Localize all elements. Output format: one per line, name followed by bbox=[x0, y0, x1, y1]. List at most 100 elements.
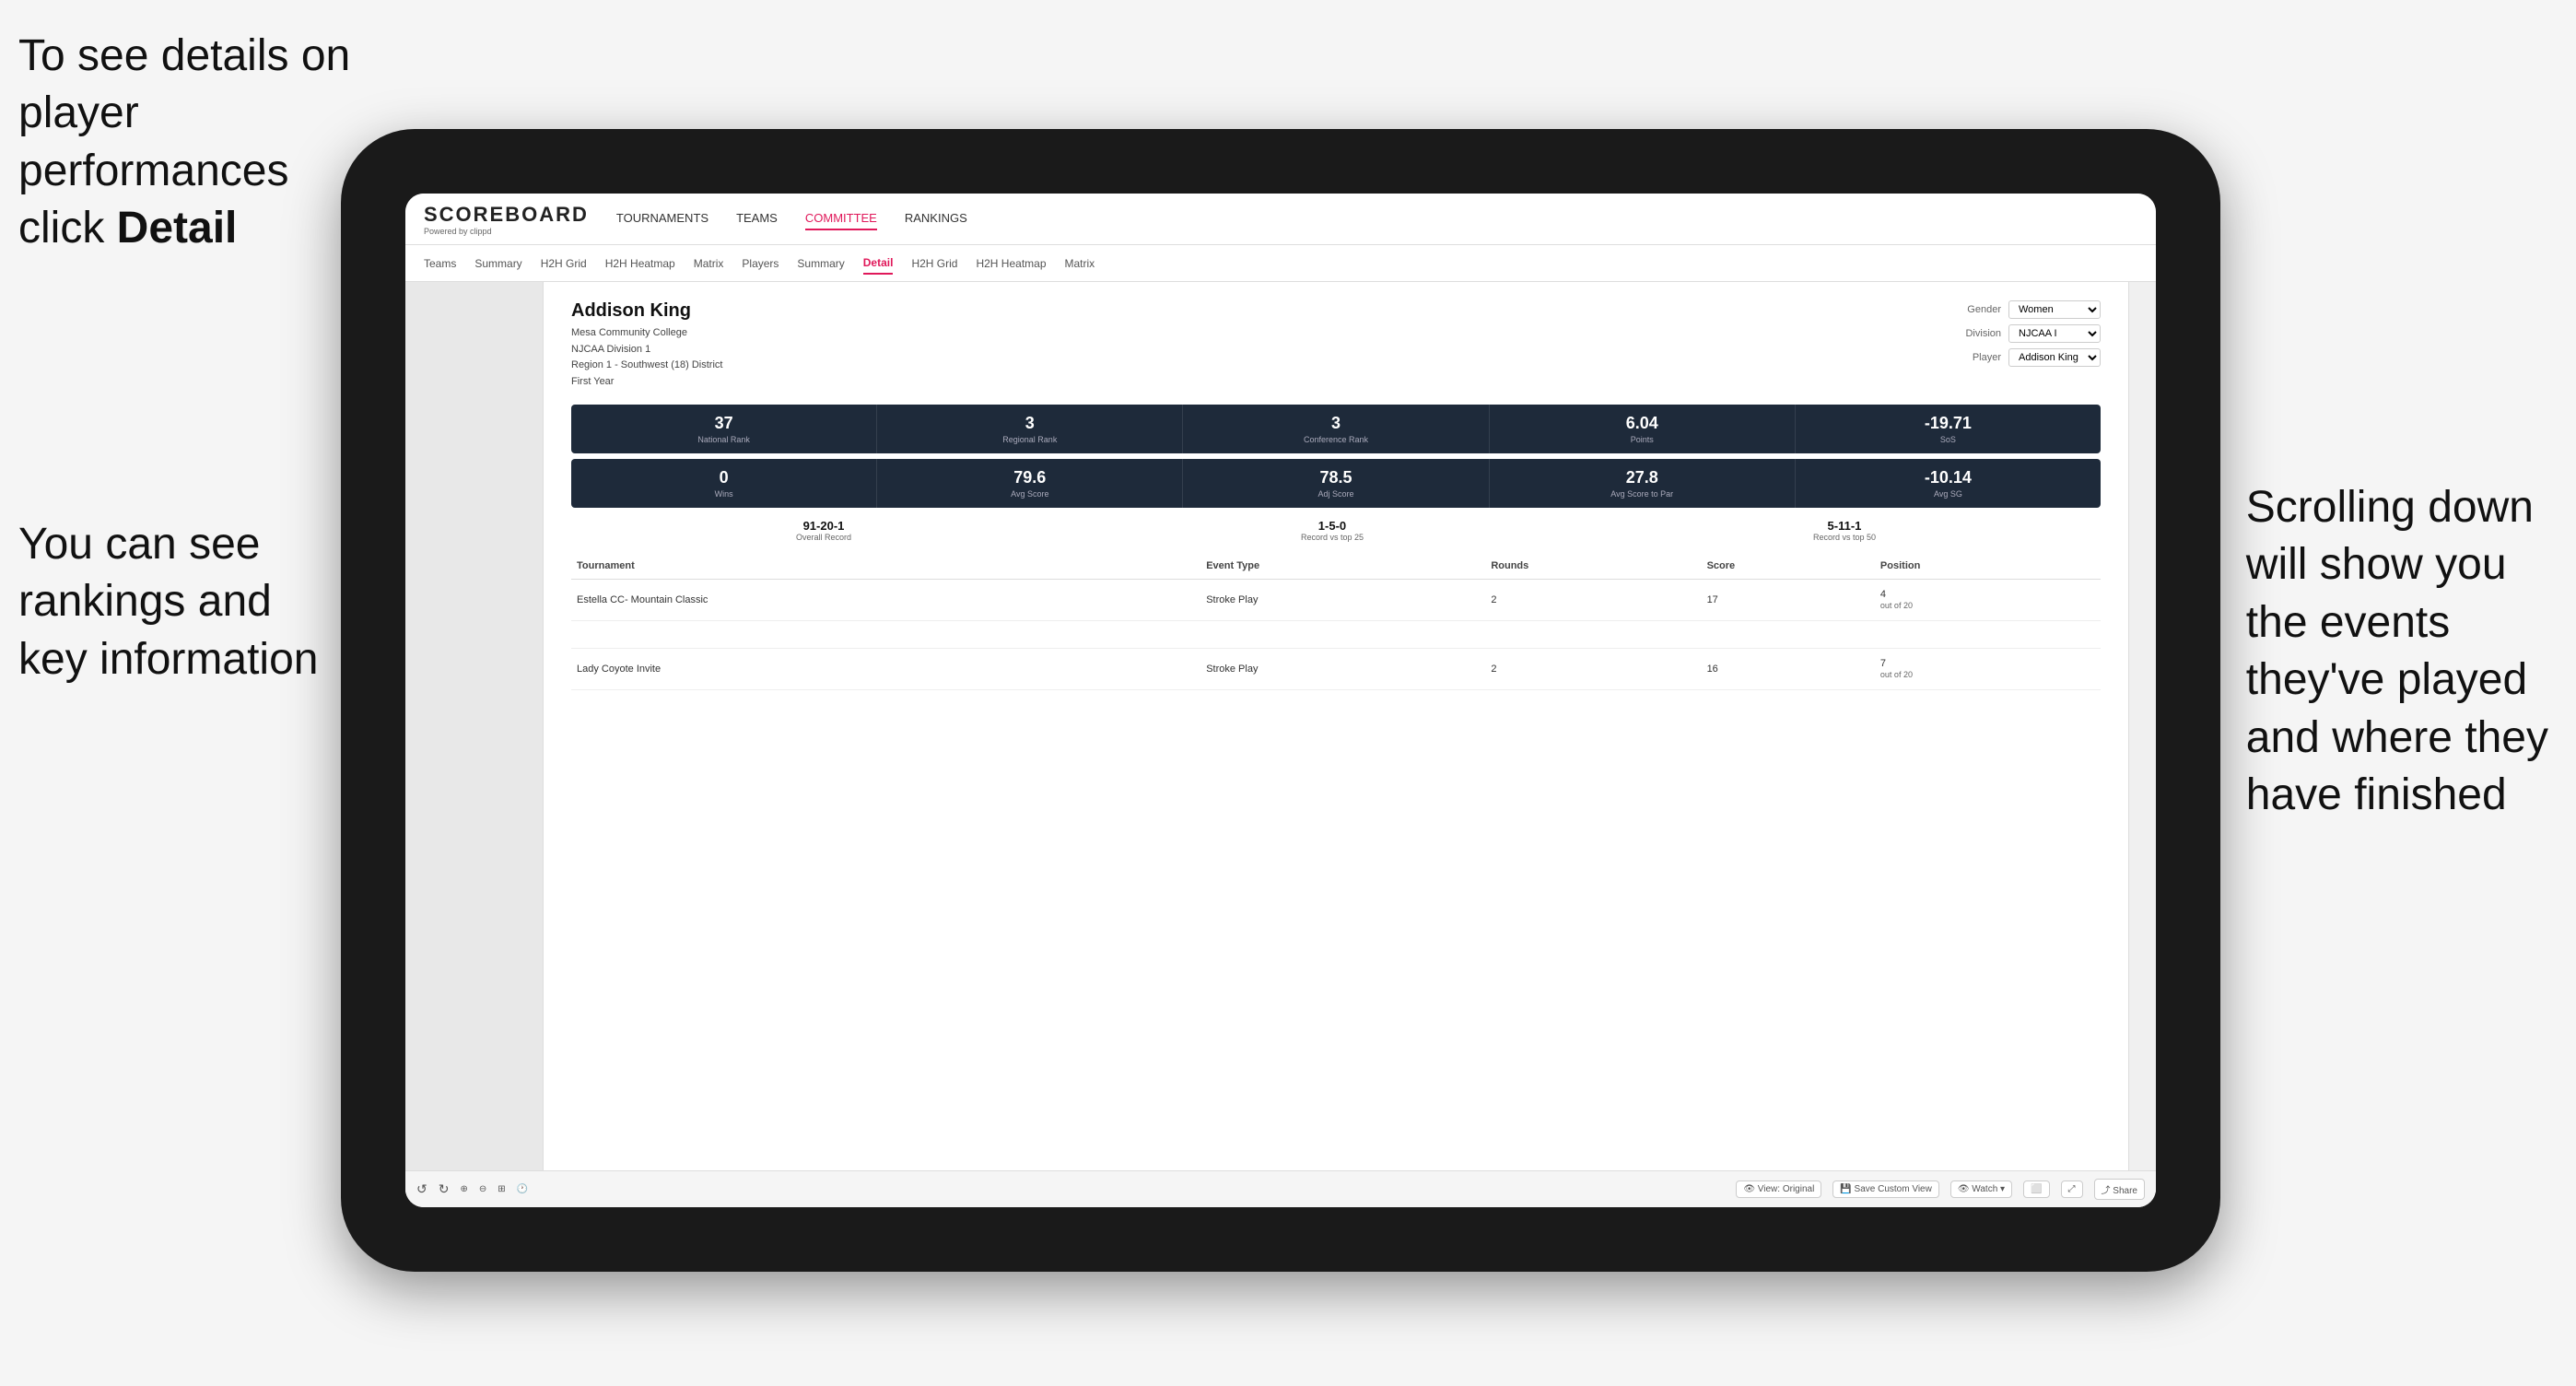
cell-tournament-1: Estella CC- Mountain Classic bbox=[571, 580, 1200, 621]
stat-adj-score: 78.5 Adj Score bbox=[1183, 459, 1489, 508]
stat-wins: 0 Wins bbox=[571, 459, 877, 508]
sub-nav-h2h-grid[interactable]: H2H Grid bbox=[541, 253, 587, 274]
nav-rankings[interactable]: RANKINGS bbox=[905, 207, 967, 230]
sub-nav-h2h-heatmap2[interactable]: H2H Heatmap bbox=[976, 253, 1046, 274]
sub-nav-players[interactable]: Players bbox=[742, 253, 779, 274]
record-top25-label: Record vs top 25 bbox=[1301, 533, 1364, 542]
col-event-type: Event Type bbox=[1200, 553, 1485, 580]
stat-conference-rank-value: 3 bbox=[1190, 414, 1481, 433]
gender-select[interactable]: Women bbox=[2008, 300, 2101, 319]
stats-row-2: 0 Wins 79.6 Avg Score 78.5 Adj Score 27.… bbox=[571, 459, 2101, 508]
record-top50-value: 5-11-1 bbox=[1813, 519, 1876, 533]
cell-tournament-empty bbox=[571, 621, 1200, 649]
zoom-out-button[interactable]: ⊖ bbox=[479, 1184, 486, 1194]
player-school: Mesa Community College bbox=[571, 325, 722, 342]
logo-text: SCOREBOARD bbox=[424, 203, 589, 227]
annotation-bottom-left: You can see rankings and key information bbox=[18, 516, 318, 688]
save-custom-button[interactable]: 💾 Save Custom View bbox=[1832, 1180, 1939, 1198]
sub-nav-matrix[interactable]: Matrix bbox=[694, 253, 724, 274]
stats-row-1: 37 National Rank 3 Regional Rank 3 Confe… bbox=[571, 405, 2101, 453]
stat-wins-label: Wins bbox=[579, 489, 869, 499]
main-content: Addison King Mesa Community College NJCA… bbox=[405, 282, 2156, 1207]
stat-avg-score-value: 79.6 bbox=[884, 468, 1175, 487]
gender-control: Gender Women bbox=[1955, 300, 2101, 319]
view-original-button[interactable]: 👁 View: Original bbox=[1736, 1180, 1821, 1198]
sub-nav-teams[interactable]: Teams bbox=[424, 253, 456, 274]
stat-conference-rank: 3 Conference Rank bbox=[1183, 405, 1489, 453]
tablet-screen: SCOREBOARD Powered by clippd TOURNAMENTS… bbox=[405, 194, 2156, 1207]
record-overall: 91-20-1 Overall Record bbox=[796, 519, 851, 542]
fit-button[interactable]: ⊞ bbox=[498, 1184, 505, 1194]
record-top50: 5-11-1 Record vs top 50 bbox=[1813, 519, 1876, 542]
sub-nav: Teams Summary H2H Grid H2H Heatmap Matri… bbox=[405, 245, 2156, 282]
player-info: Addison King Mesa Community College NJCA… bbox=[571, 300, 722, 390]
left-sidebar bbox=[405, 282, 544, 1207]
sub-nav-matrix2[interactable]: Matrix bbox=[1065, 253, 1095, 274]
sub-nav-summary[interactable]: Summary bbox=[474, 253, 521, 274]
gender-label: Gender bbox=[1955, 304, 2001, 315]
cell-tournament-2: Lady Coyote Invite bbox=[571, 649, 1200, 690]
undo-button[interactable]: ↺ bbox=[416, 1181, 427, 1197]
sub-nav-h2h-grid2[interactable]: H2H Grid bbox=[911, 253, 957, 274]
cell-position-1: 4out of 20 bbox=[1875, 580, 2101, 621]
tournament-table: Tournament Event Type Rounds Score Posit… bbox=[571, 553, 2101, 690]
logo-area: SCOREBOARD Powered by clippd bbox=[424, 203, 589, 236]
stat-national-rank: 37 National Rank bbox=[571, 405, 877, 453]
screen-icon: ⬜ bbox=[2031, 1184, 2042, 1194]
logo-sub: Powered by clippd bbox=[424, 227, 589, 236]
tablet-frame: SCOREBOARD Powered by clippd TOURNAMENTS… bbox=[341, 129, 2220, 1272]
player-header: Addison King Mesa Community College NJCA… bbox=[571, 300, 2101, 390]
zoom-in-button[interactable]: ⊕ bbox=[460, 1184, 467, 1194]
stat-avg-score-to-par: 27.8 Avg Score to Par bbox=[1490, 459, 1796, 508]
stat-regional-rank: 3 Regional Rank bbox=[877, 405, 1183, 453]
screen-button[interactable]: ⬜ bbox=[2023, 1180, 2049, 1198]
cell-position-2: 7out of 20 bbox=[1875, 649, 2101, 690]
player-controls: Gender Women Division NJCAA I bbox=[1955, 300, 2101, 367]
cell-event-type-1: Stroke Play bbox=[1200, 580, 1485, 621]
stat-wins-value: 0 bbox=[579, 468, 869, 487]
col-rounds: Rounds bbox=[1485, 553, 1701, 580]
record-top25: 1-5-0 Record vs top 25 bbox=[1301, 519, 1364, 542]
stat-avg-sg: -10.14 Avg SG bbox=[1796, 459, 2101, 508]
view-original-label: 👁 View: Original bbox=[1743, 1184, 1814, 1194]
cell-event-type-2: Stroke Play bbox=[1200, 649, 1485, 690]
sub-nav-h2h-heatmap[interactable]: H2H Heatmap bbox=[605, 253, 675, 274]
share-button[interactable]: ⤴ Share bbox=[2094, 1179, 2145, 1200]
clock-button[interactable]: 🕐 bbox=[517, 1184, 528, 1194]
player-division: NJCAA Division 1 bbox=[571, 342, 722, 358]
expand-icon: ⤢ bbox=[2068, 1184, 2076, 1194]
stat-points-label: Points bbox=[1497, 435, 1787, 444]
cell-rounds-1: 2 bbox=[1485, 580, 1701, 621]
save-custom-label: 💾 Save Custom View bbox=[1840, 1184, 1932, 1194]
player-select[interactable]: Addison King bbox=[2008, 348, 2101, 367]
records-row: 91-20-1 Overall Record 1-5-0 Record vs t… bbox=[571, 519, 2101, 542]
sub-nav-summary2[interactable]: Summary bbox=[797, 253, 844, 274]
division-label: Division bbox=[1955, 328, 2001, 339]
stat-sos-label: SoS bbox=[1803, 435, 2093, 444]
main-nav: TOURNAMENTS TEAMS COMMITTEE RANKINGS bbox=[616, 207, 967, 230]
stat-avg-score: 79.6 Avg Score bbox=[877, 459, 1183, 508]
stat-regional-rank-value: 3 bbox=[884, 414, 1175, 433]
stat-adj-score-value: 78.5 bbox=[1190, 468, 1481, 487]
record-overall-value: 91-20-1 bbox=[796, 519, 851, 533]
stat-avg-score-to-par-value: 27.8 bbox=[1497, 468, 1787, 487]
watch-label: 👁 Watch ▾ bbox=[1958, 1184, 2005, 1194]
nav-teams[interactable]: TEAMS bbox=[736, 207, 778, 230]
player-control: Player Addison King bbox=[1955, 348, 2101, 367]
watch-button[interactable]: 👁 Watch ▾ bbox=[1950, 1180, 2012, 1198]
division-control: Division NJCAA I bbox=[1955, 324, 2101, 343]
stat-avg-score-to-par-label: Avg Score to Par bbox=[1497, 489, 1787, 499]
sub-nav-detail[interactable]: Detail bbox=[863, 253, 894, 275]
nav-committee[interactable]: COMMITTEE bbox=[805, 207, 877, 230]
col-tournament: Tournament bbox=[571, 553, 1200, 580]
division-select[interactable]: NJCAA I bbox=[2008, 324, 2101, 343]
redo-button[interactable]: ↻ bbox=[439, 1181, 450, 1197]
cell-rounds-2: 2 bbox=[1485, 649, 1701, 690]
annotation-top-left: To see details on player performances cl… bbox=[18, 28, 369, 258]
record-top50-label: Record vs top 50 bbox=[1813, 533, 1876, 542]
table-row: Estella CC- Mountain Classic Stroke Play… bbox=[571, 580, 2101, 621]
stat-avg-sg-value: -10.14 bbox=[1803, 468, 2093, 487]
nav-tournaments[interactable]: TOURNAMENTS bbox=[616, 207, 708, 230]
annotation-right: Scrolling down will show you the events … bbox=[2246, 479, 2548, 824]
expand-button[interactable]: ⤢ bbox=[2061, 1180, 2083, 1198]
